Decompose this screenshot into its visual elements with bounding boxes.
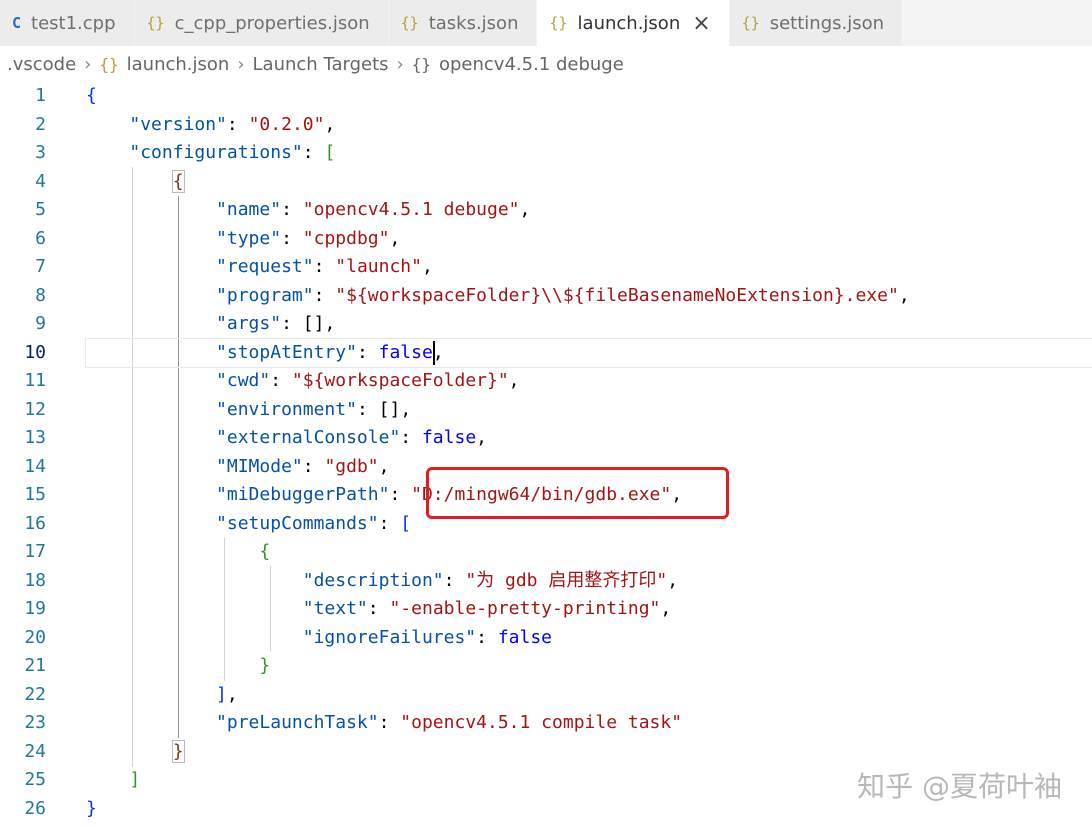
code-line: "text": "-enable-pretty-printing",: [302, 598, 672, 619]
line-number: 6: [35, 227, 46, 249]
tab-label: test1.cpp: [31, 12, 116, 34]
editor-tab-bar: C test1.cpp {} c_cpp_properties.json {} …: [0, 0, 1092, 46]
line-number: 16: [24, 512, 46, 534]
line-number: 18: [24, 569, 46, 591]
line-number: 15: [24, 484, 46, 505]
tab-c-cpp-properties-json[interactable]: {} c_cpp_properties.json: [134, 0, 389, 46]
code-line: "externalConsole": false,: [216, 427, 487, 448]
code-line: "version": "0.2.0",: [129, 113, 336, 135]
tab-test1-cpp[interactable]: C test1.cpp: [0, 0, 135, 46]
json-icon: {}: [400, 14, 419, 32]
line-number: 25: [24, 769, 46, 790]
highlight-box: [426, 467, 729, 519]
code-line: "type": "cppdbg",: [216, 227, 401, 249]
line-number: 19: [24, 598, 46, 619]
code-line: "cwd": "${workspaceFolder}",: [216, 370, 520, 391]
line-number: 20: [24, 626, 46, 648]
code-line: "name": "opencv4.5.1 debuge",: [216, 199, 531, 220]
line-number-current: 10: [24, 341, 46, 363]
tab-label: launch.json: [577, 12, 681, 34]
line-number: 21: [24, 655, 46, 676]
line-number: 5: [35, 199, 46, 220]
breadcrumb-section[interactable]: Launch Targets: [253, 54, 389, 75]
code-editor[interactable]: 1 2 3 4 5 6 7 8 9 10 11 12 13 14 15 16 1…: [0, 82, 1092, 827]
line-number: 23: [24, 712, 46, 733]
close-icon[interactable]: ×: [692, 11, 710, 36]
code-line: "environment": [],: [216, 398, 412, 420]
code-line: {: [259, 541, 271, 562]
chevron-right-icon: ›: [237, 53, 245, 75]
line-number: 14: [24, 455, 46, 477]
chevron-right-icon: ›: [396, 53, 404, 75]
line-number: 11: [24, 370, 46, 391]
code-line: "preLaunchTask": "opencv4.5.1 compile ta…: [216, 712, 683, 733]
code-line: }: [171, 739, 185, 763]
line-number: 7: [35, 256, 46, 277]
code-line: ],: [216, 683, 238, 705]
breadcrumb-file[interactable]: launch.json: [127, 54, 230, 75]
code-line: "ignoreFailures": false: [302, 626, 553, 648]
line-number: 9: [35, 313, 46, 334]
line-number: 2: [35, 113, 46, 135]
tab-tasks-json[interactable]: {} tasks.json: [388, 0, 538, 46]
breadcrumb-item[interactable]: opencv4.5.1 debuge: [439, 54, 624, 75]
json-icon: {}: [146, 14, 165, 32]
tab-settings-json[interactable]: {} settings.json: [729, 0, 904, 46]
line-number: 17: [24, 541, 46, 562]
json-icon: {}: [549, 14, 568, 32]
code-line: {: [86, 85, 97, 106]
code-line: "program": "${workspaceFolder}\\${fileBa…: [216, 284, 910, 306]
json-icon: {}: [99, 54, 119, 74]
line-number: 1: [35, 85, 46, 106]
line-number: 24: [24, 740, 46, 762]
watermark: 知乎 @夏荷叶袖: [857, 770, 1062, 803]
chevron-right-icon: ›: [84, 53, 92, 75]
line-number: 4: [35, 170, 46, 192]
breadcrumb: .vscode › {} launch.json › Launch Target…: [0, 46, 1092, 82]
line-number: 12: [24, 398, 46, 420]
code-line: "args": [],: [216, 313, 336, 334]
cpp-icon: C: [12, 14, 22, 32]
code-line: {: [171, 169, 185, 193]
tab-label: c_cpp_properties.json: [174, 12, 370, 34]
code-content[interactable]: { "version": "0.2.0", "configurations": …: [85, 82, 1092, 823]
line-number-gutter: 1 2 3 4 5 6 7 8 9 10 11 12 13 14 15 16 1…: [0, 82, 60, 823]
tab-launch-json[interactable]: {} launch.json ×: [537, 0, 730, 46]
tab-label: tasks.json: [428, 12, 519, 34]
breadcrumb-folder[interactable]: .vscode: [7, 54, 76, 75]
line-number: 13: [24, 427, 46, 448]
code-line-current: "stopAtEntry": false,: [85, 337, 1092, 368]
line-number: 8: [35, 284, 46, 306]
code-line: "configurations": [: [129, 142, 336, 163]
code-line: "request": "launch",: [216, 256, 433, 277]
object-icon: {}: [411, 54, 431, 74]
line-number: 22: [24, 683, 46, 705]
line-number: 3: [35, 142, 46, 163]
tab-label: settings.json: [769, 12, 885, 34]
line-number: 26: [24, 797, 46, 819]
json-icon: {}: [741, 14, 760, 32]
code-line: "description": "为 gdb 启用整齐打印",: [302, 569, 679, 591]
code-line: }: [259, 655, 271, 676]
